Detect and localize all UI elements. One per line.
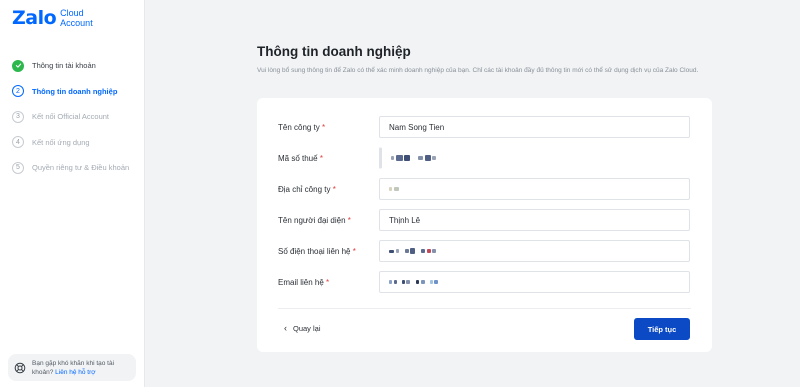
representative-label: Tên người đại diện *	[278, 216, 379, 225]
redacted-value	[424, 155, 431, 161]
company-address-label-text: Địa chỉ công ty	[278, 184, 331, 194]
phone-label-text: Số điện thoại liên hệ	[278, 246, 351, 256]
step-business-info[interactable]: 2 Thông tin doanh nghiệp	[12, 85, 129, 98]
sidebar: Zalo Cloud Account Thông tin tài khoản 2…	[0, 0, 145, 387]
redacted-value	[426, 249, 431, 253]
required-mark: *	[322, 122, 326, 132]
email-label-text: Email liên hệ	[278, 277, 324, 287]
business-form-card: Tên công ty * Nam Song Tien Mã số thuế *…	[257, 98, 712, 352]
tax-code-label-text: Mã số thuế	[278, 153, 318, 163]
tax-code-label: Mã số thuế *	[278, 154, 379, 163]
logo-word: Zalo	[12, 7, 57, 29]
company-name-label-text: Tên công ty	[278, 122, 320, 132]
divider	[278, 308, 691, 309]
tax-code-input[interactable]	[379, 147, 690, 169]
chevron-left-icon: ‹	[284, 323, 287, 333]
email-row: Email liên hệ *	[278, 271, 691, 293]
tax-code-row: Mã số thuế *	[278, 147, 691, 169]
logo-sub-line1: Cloud	[60, 8, 84, 18]
phone-input[interactable]	[379, 240, 690, 262]
step-label: Thông tin tài khoản	[32, 61, 96, 70]
company-address-label: Địa chỉ công ty *	[278, 185, 379, 194]
step-number: 4	[12, 136, 24, 148]
redacted-value	[389, 249, 394, 253]
step-number: 5	[12, 161, 24, 174]
required-mark: *	[347, 215, 351, 225]
step-connect-app[interactable]: 4 Kết nối ứng dụng	[12, 136, 129, 149]
representative-row: Tên người đại diện * Thịnh Lê	[278, 209, 691, 231]
support-icon	[14, 362, 26, 373]
help-box: Bạn gặp khó khăn khi tạo tài khoản? Liên…	[8, 354, 136, 381]
step-label: Thông tin doanh nghiệp	[32, 86, 118, 96]
required-mark: *	[332, 184, 336, 194]
help-text-line1: Bạn gặp khó khăn khi tạo tài	[32, 359, 115, 367]
redacted-value	[404, 155, 410, 161]
zalo-cloud-logo[interactable]: Zalo Cloud Account	[12, 7, 93, 29]
step-label: Kết nối ứng dụng	[32, 137, 90, 147]
redacted-value	[404, 249, 409, 253]
phone-label: Số điện thoại liên hệ *	[278, 247, 379, 256]
email-label: Email liên hệ *	[278, 278, 379, 287]
step-privacy-terms[interactable]: 5 Quyền riêng tư & Điều khoản	[12, 161, 129, 174]
company-name-input[interactable]: Nam Song Tien	[379, 116, 690, 138]
continue-button[interactable]: Tiếp tục	[634, 318, 690, 340]
redacted-value	[432, 249, 436, 253]
redacted-value	[421, 249, 425, 253]
required-mark: *	[319, 153, 323, 163]
redacted-value	[416, 280, 419, 284]
help-text-prefix: khoản?	[32, 368, 54, 376]
step-official-account[interactable]: 3 Kết nối Official Account	[12, 110, 129, 123]
representative-label-text: Tên người đại diện	[278, 215, 346, 225]
stepper: Thông tin tài khoản 2 Thông tin doanh ng…	[12, 59, 129, 187]
step-label: Quyền riêng tư & Điều khoản	[32, 163, 130, 172]
redacted-value	[395, 249, 399, 253]
contact-support-link[interactable]: Liên hệ hỗ trợ	[55, 369, 95, 376]
redacted-value	[395, 155, 403, 161]
redacted-value	[432, 156, 436, 160]
redacted-value	[418, 156, 423, 160]
redacted-value	[389, 280, 392, 284]
step-number: 3	[12, 110, 24, 123]
company-name-label: Tên công ty *	[278, 123, 379, 132]
redacted-value	[429, 280, 433, 284]
page-description: Vui lòng bổ sung thông tin để Zalo có th…	[257, 67, 699, 74]
redacted-value	[410, 248, 415, 254]
representative-input[interactable]: Thịnh Lê	[379, 209, 690, 231]
phone-row: Số điện thoại liên hệ *	[278, 240, 691, 262]
back-button-label: Quay lại	[293, 323, 321, 333]
step-account-info[interactable]: Thông tin tài khoản	[12, 59, 129, 72]
redacted-value	[389, 187, 392, 191]
step-label: Kết nối Official Account	[32, 112, 109, 121]
help-text: Bạn gặp khó khăn khi tạo tài khoản? Liên…	[32, 359, 114, 377]
email-input[interactable]	[379, 271, 690, 293]
redacted-value	[393, 187, 399, 191]
redacted-value	[401, 280, 405, 284]
redacted-value	[406, 280, 410, 284]
page-title: Thông tin doanh nghiệp	[257, 44, 411, 59]
logo-sub-line2: Account	[60, 18, 93, 28]
required-mark: *	[326, 277, 330, 287]
step-number: 2	[12, 85, 24, 97]
back-button[interactable]: ‹ Quay lại	[284, 323, 321, 333]
redacted-value	[393, 280, 397, 284]
logo-subtitle: Cloud Account	[60, 8, 93, 28]
checkmark-icon	[12, 59, 24, 72]
redacted-value	[420, 280, 425, 284]
redacted-value	[391, 156, 394, 160]
company-address-input[interactable]	[379, 178, 690, 200]
company-address-row: Địa chỉ công ty *	[278, 178, 691, 200]
redacted-value	[434, 280, 438, 284]
company-name-row: Tên công ty * Nam Song Tien	[278, 116, 691, 138]
required-mark: *	[352, 246, 356, 256]
